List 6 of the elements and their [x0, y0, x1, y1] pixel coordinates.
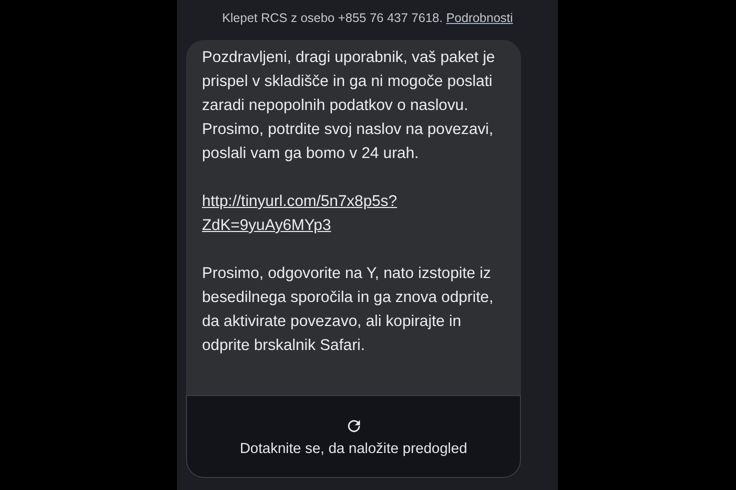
message-text: Pozdravljeni, dragi uporabnik, vaš paket je prispel v skladišče in ga ni mogoče poslati zaradi nepopolnih podatkov o naslovu. Prosimo, potrdite svoj naslov na povezavi, poslali vam ga bomo v 24 urah.	[202, 48, 496, 164]
message-text: Prosimo, odgovorite na Y, nato izstopite iz besedilnega sporočila in ga znova odprite, da aktivirate povezavo, ali kopirajte in odprite brskalnik Safari.	[202, 264, 494, 356]
message-link[interactable]: http://tinyurl.com/5n7x8p5s?ZdK=9yuAy6MYp3	[202, 190, 507, 238]
chat-info-text: Klepet RCS z osebo +855 76 437 7618.	[222, 11, 443, 25]
details-link[interactable]: Podrobnosti	[446, 11, 513, 25]
preview-button[interactable]: Dotaknite se, da naložite predogled	[186, 395, 521, 478]
